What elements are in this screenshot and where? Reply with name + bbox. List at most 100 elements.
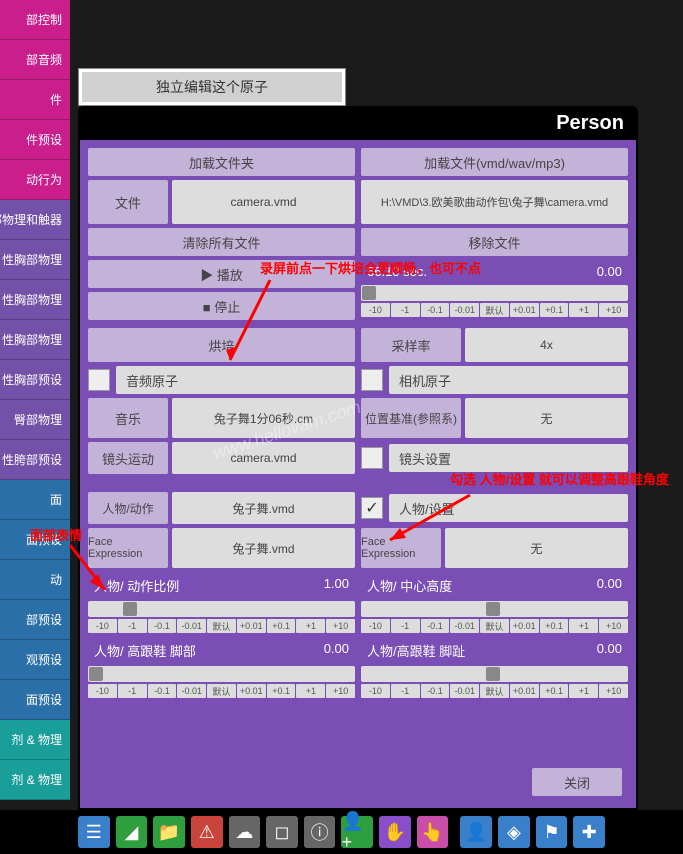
play-button[interactable]: ▶ 播放 [88,260,355,288]
slider-step-button[interactable]: +0.1 [540,303,569,317]
slider4-track[interactable] [361,666,628,682]
sidebar-item-8[interactable]: 性胸部物理 [0,320,70,360]
slider-step-button[interactable]: +0.01 [510,619,539,633]
sidebar-item-2[interactable]: 件 [0,80,70,120]
menu-icon[interactable]: ☰ [78,816,110,848]
slider-step-button[interactable]: -10 [361,619,390,633]
sidebar-item-18[interactable]: 剂 & 物理 [0,720,70,760]
slider-step-button[interactable]: +10 [326,619,355,633]
sidebar-item-3[interactable]: 件预设 [0,120,70,160]
cam-motion-value[interactable]: camera.vmd [172,442,355,474]
close-button[interactable]: 关闭 [532,768,622,796]
music-value[interactable]: 兔子舞1分06秒.cm [172,398,355,438]
slider1-track[interactable] [88,601,355,617]
touch-icon[interactable]: 👆 [417,816,449,848]
sidebar-item-19[interactable]: 剂 & 物理 [0,760,70,800]
slider-step-button[interactable]: +0.01 [237,619,266,633]
slider-step-button[interactable]: +0.1 [267,619,296,633]
flag-icon[interactable]: ⚑ [536,816,568,848]
slider-step-button[interactable]: -1 [391,619,420,633]
slider-step-button[interactable]: -10 [361,684,390,698]
stop-button[interactable]: ■ 停止 [88,292,355,320]
plus-icon[interactable]: ✚ [573,816,605,848]
slider-step-button[interactable]: -0.01 [450,619,479,633]
slider-step-button[interactable]: -0.1 [421,619,450,633]
slider2-track[interactable] [361,601,628,617]
slider-step-button[interactable]: -0.1 [421,303,450,317]
slider-step-button[interactable]: +0.1 [540,684,569,698]
sidebar-item-10[interactable]: 臀部物理 [0,400,70,440]
edit-atom-button[interactable]: 独立编辑这个原子 [82,72,342,102]
sidebar-item-12[interactable]: 面 [0,480,70,520]
sidebar-item-13[interactable]: 面预设 [0,520,70,560]
slider-step-button[interactable]: +1 [569,303,598,317]
slider-step-button[interactable]: +1 [296,619,325,633]
person-icon[interactable]: 👤 [460,816,492,848]
audio-atom-checkbox[interactable] [88,369,110,391]
slider-step-button[interactable]: 默认 [480,303,509,317]
slider-step-button[interactable]: -0.1 [148,684,177,698]
slider-step-button[interactable]: -1 [391,303,420,317]
slider-step-button[interactable]: +1 [569,619,598,633]
slider-step-button[interactable]: -0.01 [450,303,479,317]
sidebar-item-1[interactable]: 部音频 [0,40,70,80]
slider-step-button[interactable]: +0.01 [510,303,539,317]
face-expr-value-1[interactable]: 兔子舞.vmd [172,528,355,568]
info-icon[interactable]: ⓘ [304,816,336,848]
slider-step-button[interactable]: -0.01 [177,619,206,633]
slider-step-button[interactable]: +1 [569,684,598,698]
slider-step-button[interactable]: 默认 [207,619,236,633]
bake-button[interactable]: 烘培 [88,328,355,362]
clear-all-button[interactable]: 清除所有文件 [88,228,355,256]
sidebar-item-7[interactable]: 性胸部物理 [0,280,70,320]
folder-icon[interactable]: 📁 [153,816,185,848]
slider-step-button[interactable]: +0.1 [540,619,569,633]
sidebar-item-17[interactable]: 面预设 [0,680,70,720]
load-file-button[interactable]: 加载文件(vmd/wav/mp3) [361,148,628,176]
face-expr-value-2[interactable]: 无 [445,528,628,568]
cube-icon[interactable]: ◻ [266,816,298,848]
time-slider[interactable] [361,285,628,301]
slider-step-button[interactable]: +10 [599,684,628,698]
sidebar-item-4[interactable]: 动行为 [0,160,70,200]
sidebar-item-5[interactable]: 部物理和触器 [0,200,70,240]
slider-step-button[interactable]: -10 [88,619,117,633]
sidebar-item-11[interactable]: 性胯部预设 [0,440,70,480]
slider-step-button[interactable]: -1 [118,684,147,698]
unity-icon[interactable]: ◈ [498,816,530,848]
slider-step-button[interactable]: -1 [391,684,420,698]
person-settings-checkbox[interactable]: ✓ [361,497,383,519]
sidebar-item-16[interactable]: 观预设 [0,640,70,680]
sidebar-item-15[interactable]: 部预设 [0,600,70,640]
slider-step-button[interactable]: -10 [361,303,390,317]
slider-step-button[interactable]: +1 [296,684,325,698]
hand-icon[interactable]: ✋ [379,816,411,848]
slider-step-button[interactable]: -0.01 [450,684,479,698]
person-action-value[interactable]: 兔子舞.vmd [172,492,355,524]
slider-step-button[interactable]: +10 [599,303,628,317]
slider-step-button[interactable]: 默认 [480,684,509,698]
remove-file-button[interactable]: 移除文件 [361,228,628,256]
slider-step-button[interactable]: +0.1 [267,684,296,698]
iron-icon[interactable]: ◢ [116,816,148,848]
slider-step-button[interactable]: +10 [326,684,355,698]
sidebar-item-9[interactable]: 性胸部预设 [0,360,70,400]
sidebar-item-14[interactable]: 动 [0,560,70,600]
slider-step-button[interactable]: -1 [118,619,147,633]
slider-step-button[interactable]: +0.01 [237,684,266,698]
alert-icon[interactable]: ⚠ [191,816,223,848]
cam-settings-checkbox[interactable] [361,447,383,469]
slider-step-button[interactable]: +10 [599,619,628,633]
slider-step-button[interactable]: 默认 [480,619,509,633]
slider3-track[interactable] [88,666,355,682]
slider-step-button[interactable]: -10 [88,684,117,698]
sidebar-item-6[interactable]: 性胸部物理 [0,240,70,280]
cloud-icon[interactable]: ☁ [229,816,261,848]
pos-ref-value[interactable]: 无 [465,398,628,438]
slider-step-button[interactable]: +0.01 [510,684,539,698]
camera-atom-checkbox[interactable] [361,369,383,391]
slider-step-button[interactable]: -0.1 [148,619,177,633]
add-person-icon[interactable]: 👤+ [341,816,373,848]
sidebar-item-0[interactable]: 部控制 [0,0,70,40]
slider-step-button[interactable]: -0.1 [421,684,450,698]
